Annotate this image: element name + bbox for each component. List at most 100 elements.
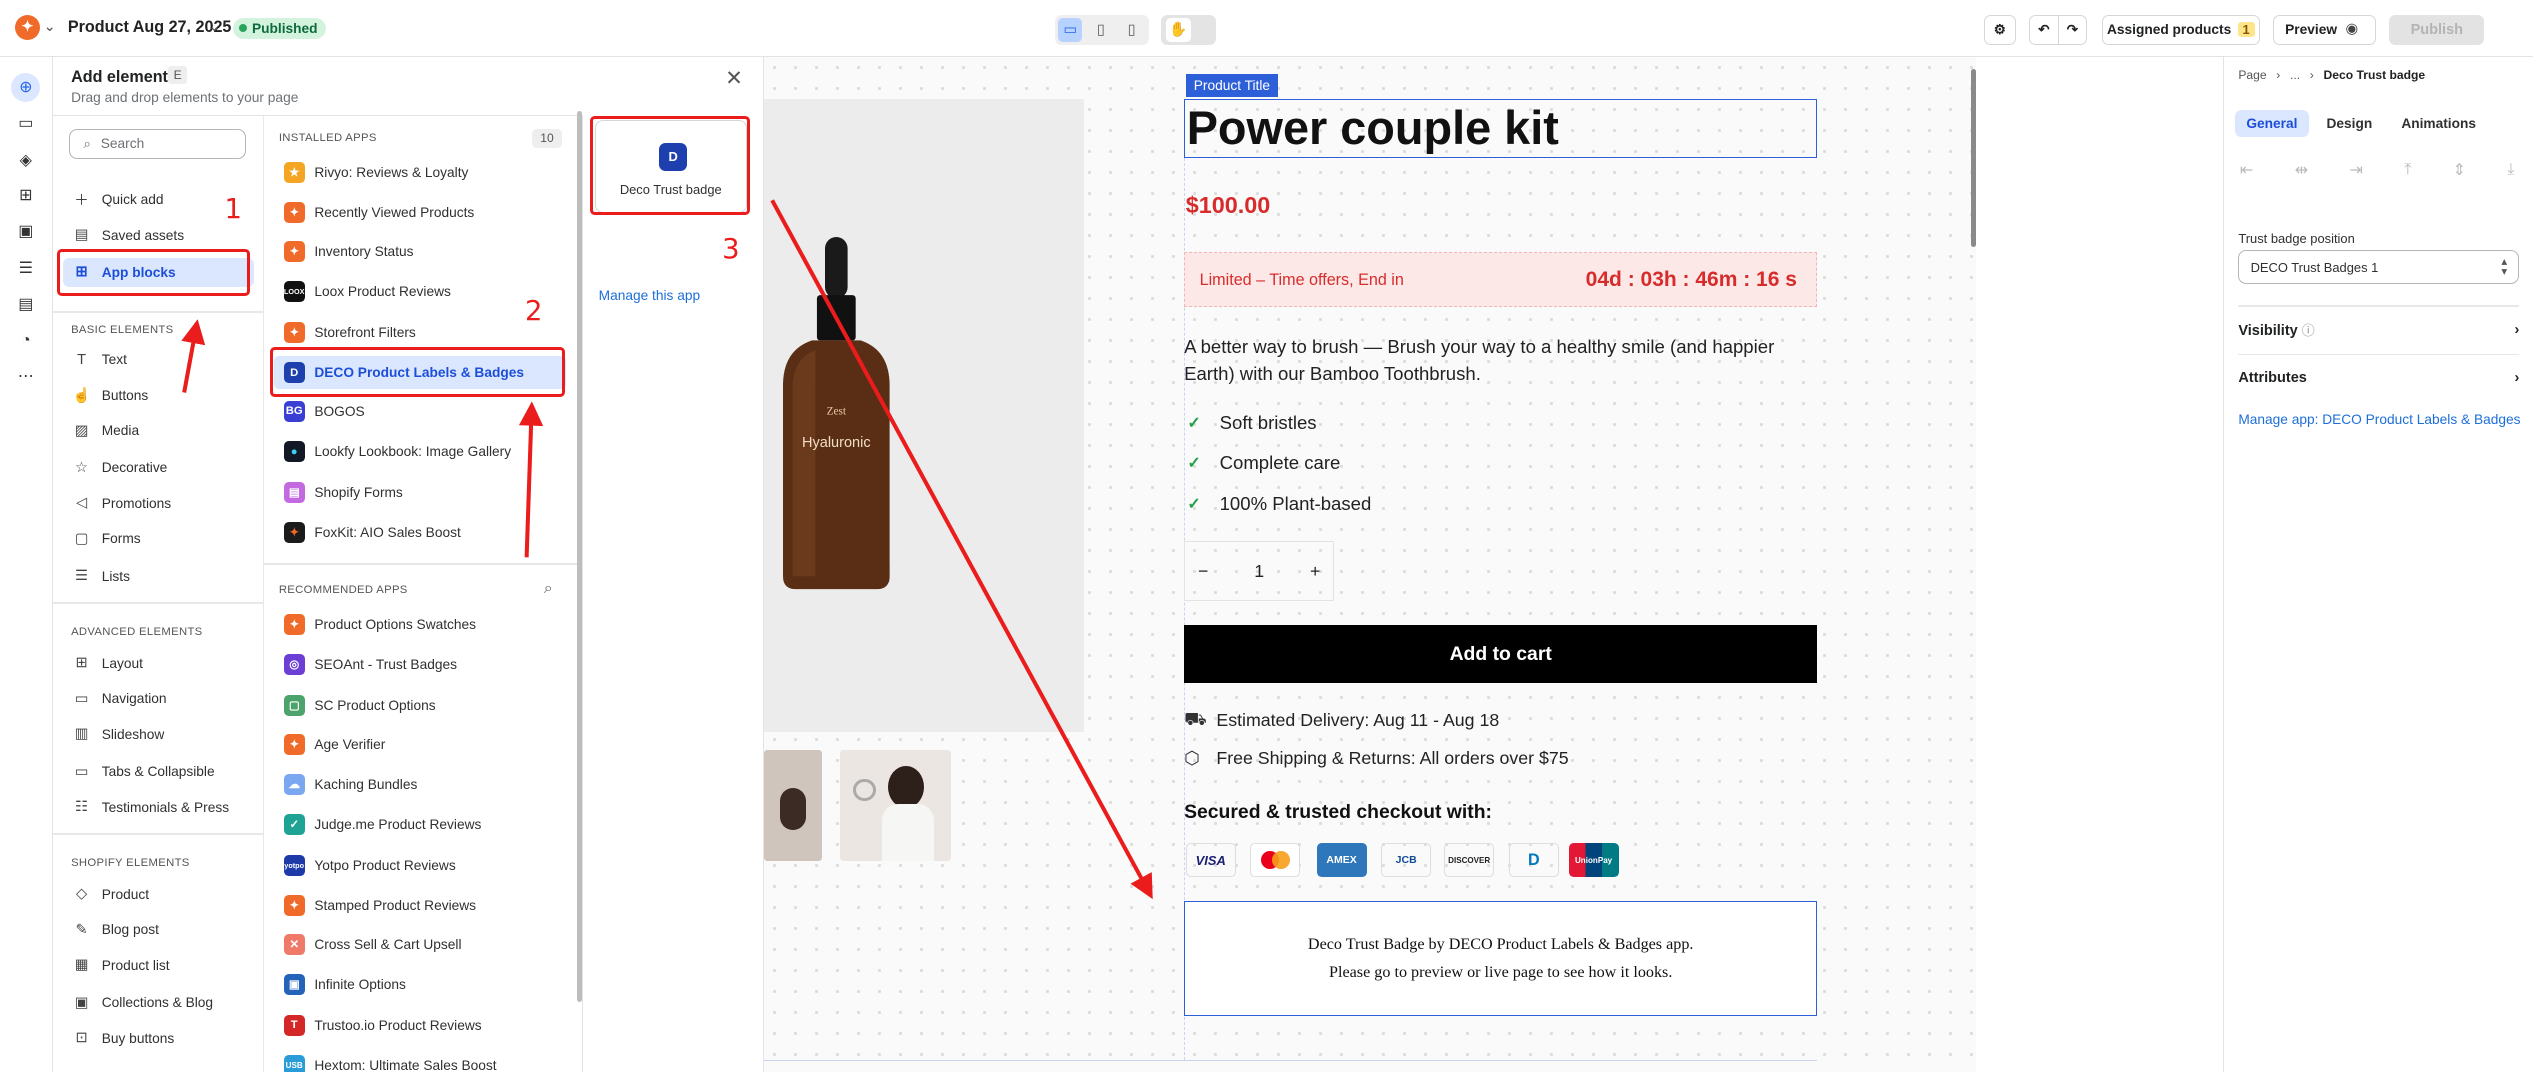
decorative-element-item[interactable]: ☆ Decorative bbox=[63, 453, 254, 482]
app-label: BOGOS bbox=[314, 403, 365, 419]
layout-element-item[interactable]: ⊞ Layout bbox=[63, 649, 254, 678]
app-item-bogos[interactable]: BG BOGOS bbox=[274, 395, 566, 427]
add-to-cart-button[interactable]: Add to cart bbox=[1184, 625, 1818, 684]
app-label: Lookfy Lookbook: Image Gallery bbox=[314, 444, 512, 460]
buttons-element-item[interactable]: ☝ Buttons bbox=[63, 381, 254, 410]
speed-icon[interactable]: ◔ bbox=[11, 326, 40, 355]
tablet-icon[interactable]: ▯ bbox=[1089, 18, 1113, 42]
app-item-loox[interactable]: LOOX Loox Product Reviews bbox=[274, 276, 566, 308]
tab-general[interactable]: General bbox=[2235, 109, 2309, 138]
chevron-down-icon[interactable]: ⌄ bbox=[44, 19, 56, 35]
app-item-trustoo[interactable]: T Trustoo.io Product Reviews bbox=[274, 1009, 566, 1041]
app-item-recently-viewed[interactable]: ✦ Recently Viewed Products bbox=[274, 196, 566, 228]
undo-icon[interactable]: ↶ bbox=[2028, 14, 2058, 46]
lists-element-item[interactable]: ☰ Lists bbox=[63, 562, 254, 591]
item-label: Media bbox=[101, 423, 140, 439]
search-input[interactable]: ⌕ Search bbox=[69, 128, 246, 160]
trust-badge-block[interactable]: Deco Trust Badge by DECO Product Labels … bbox=[1184, 901, 1818, 1017]
app-item-judgeme[interactable]: ✓ Judge.me Product Reviews bbox=[274, 809, 566, 841]
breadcrumb-item[interactable]: ... bbox=[2290, 68, 2300, 82]
app-item-foxkit[interactable]: ✦ FoxKit: AIO Sales Boost bbox=[274, 516, 566, 548]
app-item-yotpo[interactable]: yotpo Yotpo Product Reviews bbox=[274, 849, 566, 881]
publish-button[interactable]: Publish bbox=[2389, 14, 2485, 46]
navigation-element-item[interactable]: ▭ Navigation bbox=[63, 684, 254, 713]
testimonials-element-item[interactable]: ☷ Testimonials & Press bbox=[63, 793, 254, 822]
app-item-kaching[interactable]: ☁ Kaching Bundles bbox=[274, 768, 566, 800]
breadcrumb-item[interactable]: Page bbox=[2238, 68, 2266, 82]
templates-icon[interactable]: ☰ bbox=[11, 254, 40, 283]
search-icon[interactable]: ⌕ bbox=[544, 579, 553, 598]
product-list-element-item[interactable]: ▦ Product list bbox=[63, 951, 254, 980]
align-bottom-icon[interactable]: ⤓ bbox=[2507, 160, 2514, 180]
more-icon[interactable]: ⋯ bbox=[11, 362, 40, 391]
align-right-icon[interactable]: ⇥ bbox=[2349, 160, 2363, 180]
app-item-rivyo[interactable]: ★ Rivyo: Reviews & Loyalty bbox=[274, 156, 566, 188]
saved-assets-item[interactable]: ▤ Saved assets bbox=[63, 221, 254, 250]
app-item-cross-sell[interactable]: ✕ Cross Sell & Cart Upsell bbox=[274, 928, 566, 960]
app-item-stamped[interactable]: ✦ Stamped Product Reviews bbox=[274, 889, 566, 921]
app-item-age-verifier[interactable]: ✦ Age Verifier bbox=[274, 728, 566, 760]
app-logo-icon[interactable]: ✦ bbox=[14, 14, 41, 41]
pages-icon[interactable]: ▤ bbox=[11, 289, 40, 318]
buy-buttons-element-item[interactable]: ⊡ Buy buttons bbox=[63, 1024, 254, 1053]
app-item-storefront-filters[interactable]: ✦ Storefront Filters bbox=[274, 316, 566, 348]
apps-icon[interactable]: ⊞ bbox=[11, 181, 40, 210]
minus-icon[interactable]: − bbox=[1198, 561, 1208, 582]
product-title[interactable]: Power couple kit bbox=[1184, 98, 1818, 159]
canvas-scrollbar[interactable] bbox=[1970, 69, 1976, 248]
visibility-section[interactable]: Visibility ⓘ › bbox=[2238, 305, 2519, 353]
sections-icon[interactable]: ▭ bbox=[11, 108, 40, 137]
manage-app-link[interactable]: Manage this app bbox=[599, 288, 700, 303]
slideshow-element-item[interactable]: ▥ Slideshow bbox=[63, 720, 254, 749]
app-item-seoant[interactable]: ◎ SEOAnt - Trust Badges bbox=[274, 649, 566, 681]
chevron-down-icon[interactable]: ⌄ bbox=[208, 19, 220, 35]
app-item-shopify-forms[interactable]: ▤ Shopify Forms bbox=[274, 476, 566, 508]
align-middle-icon[interactable]: ⇕ bbox=[2453, 160, 2467, 180]
tab-animations[interactable]: Animations bbox=[2390, 110, 2487, 137]
left-rail: ⊕ ▭ ◈ ⊞ ▣ ☰ ▤ ◔ ⋯ bbox=[0, 56, 54, 1072]
preview-button[interactable]: Preview bbox=[2272, 14, 2377, 46]
page-title[interactable]: Product Aug 27, 2025 bbox=[68, 18, 232, 37]
redo-icon[interactable]: ↷ bbox=[2058, 14, 2088, 46]
eye-icon[interactable]: ◉ bbox=[2346, 21, 2359, 37]
promotions-element-item[interactable]: ◁ Promotions bbox=[63, 489, 254, 518]
blocks-icon[interactable]: ▣ bbox=[11, 216, 40, 245]
tab-design[interactable]: Design bbox=[2315, 110, 2383, 137]
desktop-icon[interactable]: ▭ bbox=[1058, 17, 1083, 42]
close-icon[interactable]: ✕ bbox=[725, 66, 743, 91]
assigned-products-button[interactable]: Assigned products 1 bbox=[2101, 14, 2260, 46]
attributes-section[interactable]: Attributes › bbox=[2238, 354, 2519, 402]
product-element-item[interactable]: ◇ Product bbox=[63, 880, 254, 909]
trust-line-2: Please go to preview or live page to see… bbox=[1329, 963, 1673, 981]
align-top-icon[interactable]: ⤒ bbox=[2404, 160, 2411, 180]
manage-app-link[interactable]: Manage app: DECO Product Labels & Badges bbox=[2238, 412, 2520, 427]
app-item-hextom[interactable]: USB Hextom: Ultimate Sales Boost bbox=[274, 1049, 566, 1072]
feature-label: Soft bristles bbox=[1219, 411, 1317, 433]
product-thumbnail[interactable] bbox=[840, 749, 952, 861]
tabs-element-item[interactable]: ▭ Tabs & Collapsible bbox=[63, 757, 254, 786]
mobile-icon[interactable]: ▯ bbox=[1119, 18, 1143, 42]
align-left-icon[interactable]: ⇤ bbox=[2240, 160, 2254, 180]
hand-tool-icon[interactable]: ✋ bbox=[1166, 17, 1191, 42]
app-label: SC Product Options bbox=[314, 697, 436, 713]
layers-icon[interactable]: ◈ bbox=[11, 145, 40, 174]
forms-element-item[interactable]: ▢ Forms bbox=[63, 524, 254, 553]
blog-post-element-item[interactable]: ✎ Blog post bbox=[63, 915, 254, 944]
shipping-info: ⬡ Free Shipping & Returns: All orders ove… bbox=[1184, 748, 1569, 769]
app-item-lookfy[interactable]: ● Lookfy Lookbook: Image Gallery bbox=[274, 436, 566, 468]
text-element-item[interactable]: T Text bbox=[63, 345, 254, 374]
plus-icon[interactable]: + bbox=[1310, 561, 1320, 582]
position-select[interactable]: DECO Trust Badges 1 ▴ ▾ bbox=[2238, 250, 2520, 285]
media-element-item[interactable]: ▨ Media bbox=[63, 416, 254, 445]
align-center-icon[interactable]: ⇹ bbox=[2295, 160, 2309, 180]
add-element-icon[interactable]: ⊕ bbox=[11, 72, 41, 102]
quantity-value[interactable]: 1 bbox=[1254, 561, 1264, 582]
collections-element-item[interactable]: ▣ Collections & Blog bbox=[63, 988, 254, 1017]
quantity-stepper[interactable]: − 1 + bbox=[1184, 541, 1335, 601]
product-thumbnail[interactable] bbox=[764, 749, 823, 861]
app-item-inventory-status[interactable]: ✦ Inventory Status bbox=[274, 235, 566, 267]
app-item-infinite-options[interactable]: ▣ Infinite Options bbox=[274, 969, 566, 1001]
settings-sliders-icon[interactable]: ⚙ bbox=[1983, 14, 2016, 46]
app-item-options-swatches[interactable]: ✦ Product Options Swatches bbox=[274, 608, 566, 640]
app-item-sc-options[interactable]: ▢ SC Product Options bbox=[274, 689, 566, 721]
